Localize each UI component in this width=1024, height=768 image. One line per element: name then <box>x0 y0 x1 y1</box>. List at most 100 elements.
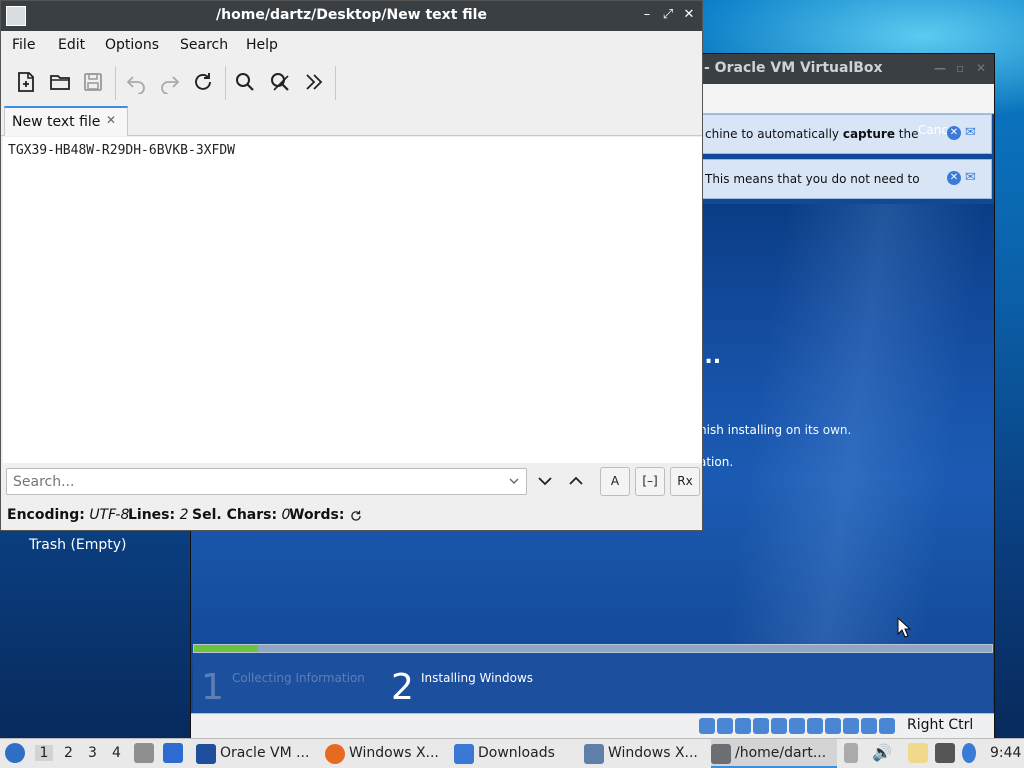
virtualbox-title: - Oracle VM VirtualBox <box>704 60 883 76</box>
minimize-icon[interactable]: – <box>639 7 655 23</box>
usb-icon[interactable] <box>771 718 787 734</box>
workspace-4[interactable]: 4 <box>112 745 121 761</box>
tab-new-text-file[interactable]: New text file ✕ <box>4 106 128 136</box>
refresh-word-count-icon[interactable] <box>349 509 363 523</box>
menu-edit[interactable]: Edit <box>58 37 85 53</box>
editor-menubar: File Edit Options Search Help <box>1 31 702 60</box>
editor-titlebar[interactable]: /home/dartz/Desktop/New text file – ⤢ ✕ <box>1 1 702 31</box>
guest-setup-text: ation. <box>699 455 734 469</box>
find-replace-icon[interactable] <box>268 70 292 94</box>
open-folder-icon[interactable] <box>48 70 72 94</box>
find-next-icon[interactable] <box>535 470 555 492</box>
step-label: Collecting Information <box>232 671 365 685</box>
find-previous-icon[interactable] <box>566 470 586 492</box>
text-editing-area[interactable]: TGX39-HB48W-R29DH-6BVKB-3XFDW <box>3 137 702 463</box>
minimize-icon[interactable]: — <box>934 61 946 75</box>
text-editor-icon <box>711 744 731 764</box>
close-notification-icon[interactable]: ✕ <box>947 126 961 140</box>
file-manager-launcher-icon[interactable] <box>134 743 154 763</box>
workspace-2[interactable]: 2 <box>64 745 73 761</box>
task-windows-x-1[interactable]: Windows X... <box>325 739 449 768</box>
text-line: TGX39-HB48W-R29DH-6BVKB-3XFDW <box>8 143 235 158</box>
new-file-icon[interactable] <box>14 70 38 94</box>
menu-options[interactable]: Options <box>105 37 159 53</box>
network-icon[interactable] <box>753 718 769 734</box>
message-icon[interactable]: ✉ <box>965 125 981 141</box>
vm-image-icon <box>584 744 604 764</box>
keyboard-icon[interactable] <box>879 718 895 734</box>
volume-icon[interactable]: 🔊 <box>872 743 892 763</box>
editor-statusbar: Encoding: UTF-8 Lines: 2 Sel. Chars: 0 W… <box>1 503 702 530</box>
clipboard-icon[interactable] <box>908 743 928 763</box>
folder-icon <box>454 744 474 764</box>
start-menu-icon[interactable] <box>5 743 25 763</box>
display-icon[interactable] <box>807 718 823 734</box>
search-bar: A [–] Rx <box>1 463 702 503</box>
taskbar: 1 2 3 4 Oracle VM ... Windows X... Downl… <box>0 738 1024 768</box>
task-home-dartz[interactable]: /home/dart... <box>711 739 837 768</box>
menu-help[interactable]: Help <box>246 37 278 53</box>
tray-arrow-icon[interactable] <box>844 743 858 763</box>
hard-disk-icon[interactable] <box>699 718 715 734</box>
editor-toolbar <box>1 60 702 105</box>
toolbar-separator <box>225 66 226 100</box>
menu-search[interactable]: Search <box>180 37 228 53</box>
toolbar-separator <box>115 66 116 100</box>
shared-folder-icon[interactable] <box>789 718 805 734</box>
workspace-1[interactable]: 1 <box>35 745 53 761</box>
tab-close-icon[interactable]: ✕ <box>106 113 116 127</box>
whole-word-toggle[interactable]: [–] <box>635 467 665 496</box>
close-icon[interactable]: ✕ <box>976 61 986 75</box>
message-icon[interactable]: ✉ <box>965 170 981 186</box>
maximize-icon[interactable]: ▫ <box>956 61 964 75</box>
task-downloads[interactable]: Downloads <box>454 739 576 768</box>
show-desktop-icon[interactable] <box>163 743 183 763</box>
task-label: /home/dart... <box>735 745 827 761</box>
network-tray-icon[interactable] <box>935 743 955 763</box>
cancel-link[interactable]: Canc <box>918 123 948 137</box>
text-editor-window: /home/dartz/Desktop/New text file – ⤢ ✕ … <box>0 0 703 531</box>
workspace-3[interactable]: 3 <box>88 745 97 761</box>
reload-icon[interactable] <box>191 70 215 94</box>
maximize-icon[interactable]: ⤢ <box>660 7 676 23</box>
save-icon[interactable] <box>81 70 105 94</box>
lines-status: Lines: 2 <box>128 507 189 523</box>
clock[interactable]: 9:44 <box>990 745 1021 761</box>
match-case-toggle[interactable]: A <box>600 467 630 496</box>
mouse-integration-icon[interactable] <box>861 718 877 734</box>
host-key-label: Right Ctrl <box>907 717 974 733</box>
toolbar-separator <box>335 66 336 100</box>
close-icon[interactable]: ✕ <box>681 7 697 23</box>
close-notification-icon[interactable]: ✕ <box>947 171 961 185</box>
task-label: Windows X... <box>608 745 698 761</box>
audio-icon[interactable] <box>735 718 751 734</box>
task-label: Downloads <box>478 745 555 761</box>
capture-notification: chine to automatically capture the Canc … <box>696 114 992 154</box>
regex-toggle[interactable]: Rx <box>670 467 700 496</box>
search-combo[interactable] <box>6 468 527 495</box>
chevron-down-icon[interactable] <box>508 474 520 488</box>
optical-drive-icon[interactable] <box>717 718 733 734</box>
trash-desktop-label[interactable]: Trash (Empty) <box>29 537 127 553</box>
virtualbox-statusbar: Right Ctrl <box>191 713 994 738</box>
step-number: 1 <box>201 667 224 708</box>
redo-icon[interactable] <box>158 70 182 94</box>
setup-progress-fill <box>194 645 258 652</box>
more-tools-icon[interactable] <box>302 70 326 94</box>
task-oracle-vm[interactable]: Oracle VM ... <box>196 739 316 768</box>
desktop: Trash (Empty) - Oracle VM VirtualBox — ▫… <box>0 0 1024 740</box>
update-notifier-icon[interactable] <box>962 743 976 763</box>
undo-icon[interactable] <box>124 70 148 94</box>
task-windows-x-2[interactable]: Windows X... <box>584 739 706 768</box>
device-indicators <box>699 718 895 734</box>
tab-bar: New text file ✕ <box>1 105 702 136</box>
search-icon[interactable] <box>233 70 257 94</box>
search-input[interactable] <box>13 473 493 491</box>
setup-steps: 1 Collecting Information 2 Installing Wi… <box>193 653 993 713</box>
recording-icon[interactable] <box>825 718 841 734</box>
cpu-icon[interactable] <box>843 718 859 734</box>
sel-chars-status: Sel. Chars: 0 <box>192 507 291 523</box>
editor-title: /home/dartz/Desktop/New text file <box>216 7 487 23</box>
menu-file[interactable]: File <box>12 37 35 53</box>
step-label: Installing Windows <box>421 671 534 685</box>
